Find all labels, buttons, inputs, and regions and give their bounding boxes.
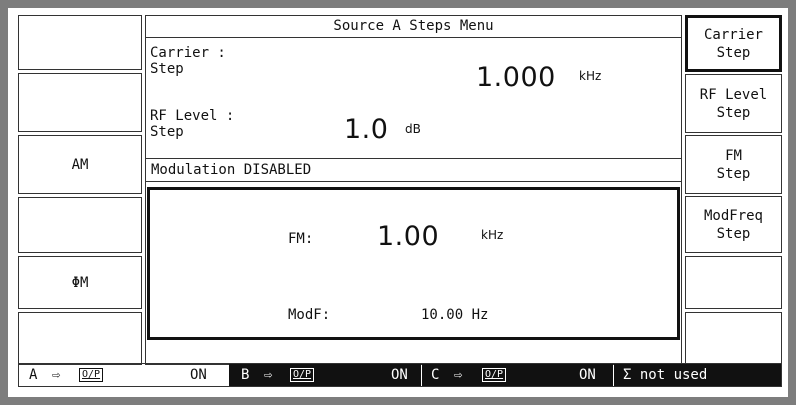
source-a-state: ON <box>190 367 207 383</box>
source-c-status: C ⇨ O/P ON <box>422 364 613 386</box>
source-a-status: A ⇨ O/P ON <box>19 364 229 386</box>
carrier-step-softkey[interactable]: Carrier Step <box>685 15 782 72</box>
left-softkey-1[interactable] <box>18 15 142 70</box>
arrow-icon: ⇨ <box>454 367 463 383</box>
source-b-label: B <box>241 367 250 383</box>
modulation-status: Modulation DISABLED <box>146 158 681 182</box>
left-softkey-4[interactable] <box>18 197 142 253</box>
source-c-label: C <box>431 367 440 383</box>
main-panel: Source A Steps Menu Carrier : Step 1.000… <box>145 15 682 365</box>
source-a-label: A <box>29 367 38 383</box>
modulation-box: FM: 1.00 kHz ModF: 10.00 Hz <box>147 187 680 340</box>
status-bar: A ⇨ O/P ON B ⇨ O/P ON C ⇨ O/P ON Σ not u… <box>18 363 782 387</box>
source-b-status: B ⇨ O/P ON <box>229 364 421 386</box>
arrow-icon: ⇨ <box>52 367 61 383</box>
rf-level-step-softkey[interactable]: RF Level Step <box>685 74 782 133</box>
rf-level-step-unit: dB <box>405 122 421 136</box>
sigma-status: Σ not used <box>614 364 781 386</box>
right-softkey-6[interactable] <box>685 312 782 365</box>
fm-deviation-unit: kHz <box>481 228 504 242</box>
source-a-output: O/P <box>79 368 104 382</box>
instrument-screen: AM ΦM Source A Steps Menu Carrier : Step… <box>8 8 788 397</box>
source-c-output: O/P <box>482 368 507 382</box>
carrier-step-unit: kHz <box>579 69 602 83</box>
fm-step-softkey[interactable]: FM Step <box>685 135 782 194</box>
rf-level-step-value: 1.0 <box>344 114 389 145</box>
rf-level-label: RF Level : Step <box>150 108 235 140</box>
modf-label: ModF: <box>288 307 331 323</box>
carrier-label: Carrier : Step <box>150 45 226 77</box>
right-softkey-5[interactable] <box>685 256 782 309</box>
am-softkey[interactable]: AM <box>18 135 142 194</box>
carrier-step-value: 1.000 <box>476 62 556 93</box>
modfreq-step-softkey[interactable]: ModFreq Step <box>685 196 782 253</box>
left-softkey-2[interactable] <box>18 73 142 132</box>
menu-title: Source A Steps Menu <box>146 16 681 38</box>
source-b-state: ON <box>391 367 408 383</box>
source-c-state: ON <box>579 367 596 383</box>
source-b-output: O/P <box>290 368 315 382</box>
fm-label: FM: <box>288 231 314 247</box>
modf-value: 10.00 Hz <box>421 307 489 323</box>
arrow-icon: ⇨ <box>264 367 273 383</box>
fm-deviation-value: 1.00 <box>377 221 440 252</box>
phase-mod-softkey[interactable]: ΦM <box>18 256 142 309</box>
left-softkey-6[interactable] <box>18 312 142 365</box>
